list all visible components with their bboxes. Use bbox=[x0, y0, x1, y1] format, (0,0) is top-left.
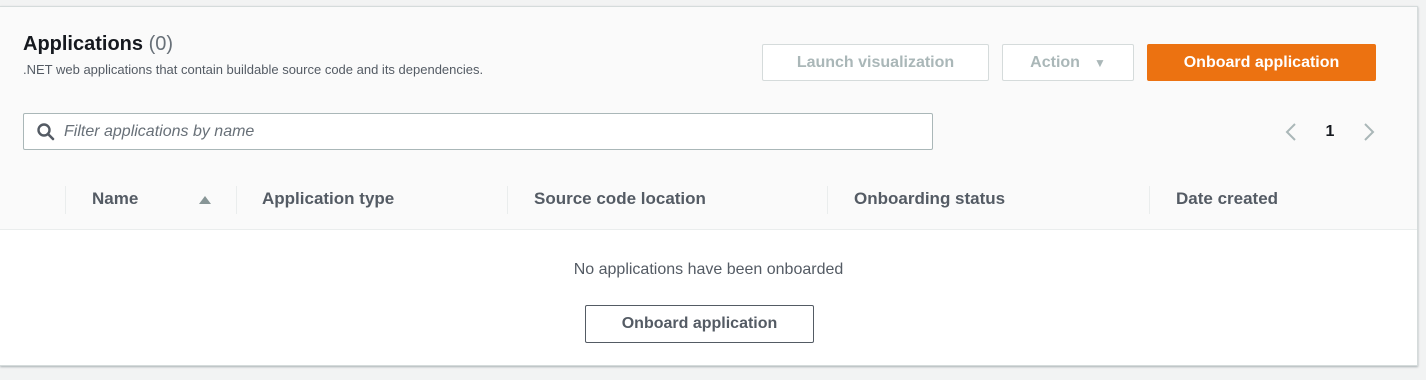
column-header-application-type[interactable]: Application type bbox=[262, 169, 394, 229]
search-icon bbox=[37, 122, 55, 140]
panel-description: .NET web applications that contain build… bbox=[23, 62, 484, 77]
panel-header: Applications (0) .NET web applications t… bbox=[0, 7, 1417, 170]
search-input[interactable]: Filter applications by name bbox=[23, 113, 933, 150]
column-header-onboarding-status[interactable]: Onboarding status bbox=[854, 169, 1005, 229]
pagination: 1 bbox=[1284, 119, 1376, 145]
onboard-application-label: Onboard application bbox=[1183, 53, 1340, 71]
column-divider bbox=[236, 186, 237, 214]
previous-page-icon[interactable] bbox=[1284, 121, 1298, 143]
application-count: (0) bbox=[148, 33, 174, 55]
column-divider bbox=[507, 186, 508, 214]
action-label: Action bbox=[1030, 53, 1080, 71]
search-placeholder: Filter applications by name bbox=[64, 122, 255, 140]
column-header-name[interactable]: Name bbox=[92, 169, 138, 229]
column-divider bbox=[65, 186, 66, 214]
page-title: Applications (0) bbox=[23, 32, 173, 56]
empty-state-onboard-button[interactable]: Onboard application bbox=[585, 305, 814, 343]
launch-visualization-label: Launch visualization bbox=[796, 53, 955, 71]
empty-state-onboard-label: Onboard application bbox=[621, 315, 778, 332]
action-dropdown-button[interactable]: Action ▼ bbox=[1002, 44, 1134, 81]
column-divider bbox=[1149, 186, 1150, 214]
current-page-number[interactable]: 1 bbox=[1326, 123, 1335, 141]
applications-panel: Applications (0) .NET web applications t… bbox=[0, 6, 1418, 366]
table-header: Name Application type Source code locati… bbox=[0, 169, 1417, 230]
empty-state-message: No applications have been onboarded bbox=[573, 261, 844, 278]
caret-down-icon: ▼ bbox=[1093, 55, 1106, 70]
sort-ascending-icon[interactable] bbox=[199, 196, 211, 204]
onboard-application-button[interactable]: Onboard application bbox=[1147, 44, 1376, 81]
column-header-date-created[interactable]: Date created bbox=[1176, 169, 1278, 229]
launch-visualization-button[interactable]: Launch visualization bbox=[762, 44, 989, 81]
column-divider bbox=[827, 186, 828, 214]
title-text: Applications bbox=[23, 33, 144, 55]
column-header-source-code-location[interactable]: Source code location bbox=[534, 169, 706, 229]
next-page-icon[interactable] bbox=[1362, 121, 1376, 143]
